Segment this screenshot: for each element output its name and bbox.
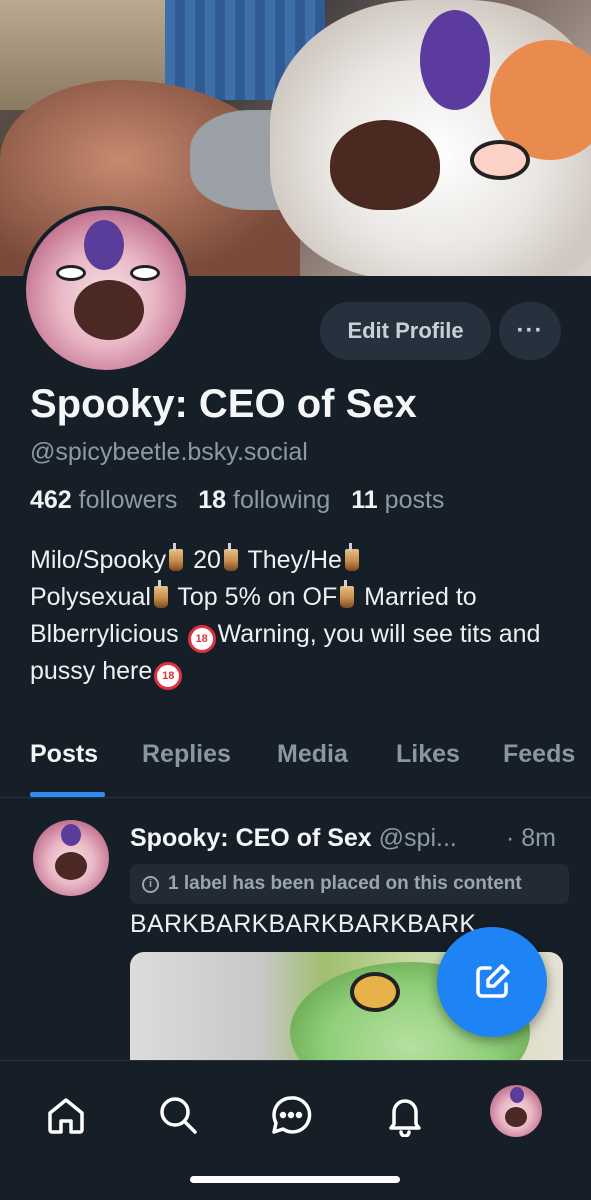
- home-indicator[interactable]: [190, 1176, 400, 1183]
- more-options-button[interactable]: ···: [499, 302, 561, 360]
- profile-bio: Milo/Spooky 20 They/He Polysexual Top 5%…: [30, 542, 565, 690]
- content-label-notice[interactable]: i 1 label has been placed on this conten…: [130, 864, 569, 904]
- profile-handle: @spicybeetle.bsky.social: [30, 438, 308, 466]
- no-under-18-icon: 18: [187, 625, 216, 653]
- posts-stat: 11 posts: [351, 486, 444, 514]
- post-text: BARKBARKBARKBARKBARK: [130, 910, 477, 938]
- posts-count: 11: [351, 486, 378, 514]
- tab-feeds[interactable]: Feeds: [503, 740, 575, 769]
- tab-likes[interactable]: Likes: [396, 740, 460, 769]
- tab-replies[interactable]: Replies: [142, 740, 231, 769]
- profile-tabs: Posts Replies Media Likes Feeds: [0, 726, 591, 798]
- followers-label: followers: [78, 486, 178, 514]
- display-name: Spooky: CEO of Sex: [30, 382, 417, 426]
- followers-count: 462: [30, 486, 72, 514]
- banner-nose: [330, 120, 440, 210]
- bubble-tea-icon: [344, 543, 359, 571]
- bell-icon: [389, 1099, 421, 1137]
- nav-notifications[interactable]: [377, 1087, 433, 1143]
- following-label: following: [233, 486, 331, 514]
- following-count: 18: [198, 486, 227, 514]
- bio-text: 20: [193, 546, 221, 574]
- post-header: Spooky: CEO of Sex @spi...: [130, 824, 562, 853]
- home-icon: [48, 1098, 84, 1134]
- avatar-tuft: [84, 220, 124, 270]
- compose-icon: [476, 964, 510, 998]
- bubble-tea-icon: [153, 580, 168, 608]
- posts-label: posts: [384, 486, 445, 514]
- post-time: 8m: [521, 824, 557, 852]
- info-icon: i: [142, 875, 159, 893]
- bio-text: Milo/Spooky: [30, 546, 167, 574]
- nav-home[interactable]: [38, 1087, 94, 1143]
- bio-text: They/He: [247, 546, 342, 574]
- label-notice-text: 1 label has been placed on this content: [168, 873, 522, 894]
- image-fursuit-eye: [350, 972, 400, 1012]
- compose-button[interactable]: [437, 927, 547, 1037]
- nav-profile-avatar[interactable]: [490, 1085, 542, 1137]
- bubble-tea-icon: [223, 543, 238, 571]
- active-tab-indicator: [30, 792, 105, 797]
- avatar-tuft: [510, 1087, 524, 1103]
- bubble-tea-icon: [169, 543, 184, 571]
- banner-tuft: [420, 10, 490, 110]
- banner-eye: [470, 140, 530, 180]
- tab-media[interactable]: Media: [277, 740, 348, 769]
- bio-text: Polysexual: [30, 583, 151, 611]
- avatar-snout: [505, 1107, 527, 1127]
- profile-stats: 462 followers 18 following 11 posts: [30, 486, 444, 515]
- no-under-18-icon: 18: [154, 662, 183, 690]
- nav-search[interactable]: [150, 1087, 206, 1143]
- post-author-name[interactable]: Spooky: CEO of Sex: [130, 824, 372, 852]
- bubble-tea-icon: [340, 580, 355, 608]
- avatar-snout: [74, 280, 144, 340]
- avatar-tuft: [61, 824, 81, 846]
- bio-text: Top 5% on OF: [177, 583, 338, 611]
- post-author-handle[interactable]: @spi...: [379, 824, 457, 852]
- avatar-eye-left: [56, 265, 86, 281]
- profile-avatar[interactable]: [22, 206, 190, 374]
- avatar-snout: [55, 852, 87, 880]
- avatar-eye-right: [130, 265, 160, 281]
- nav-chat[interactable]: [263, 1087, 319, 1143]
- chat-icon: [272, 1096, 312, 1134]
- tab-posts[interactable]: Posts: [30, 740, 98, 769]
- search-icon: [160, 1097, 197, 1134]
- post-author-avatar[interactable]: [33, 820, 109, 896]
- post-timestamp: · 8m: [506, 824, 556, 853]
- followers-stat[interactable]: 462 followers: [30, 486, 177, 514]
- edit-profile-button[interactable]: Edit Profile: [320, 302, 491, 360]
- time-separator: ·: [506, 824, 515, 852]
- following-stat[interactable]: 18 following: [198, 486, 330, 514]
